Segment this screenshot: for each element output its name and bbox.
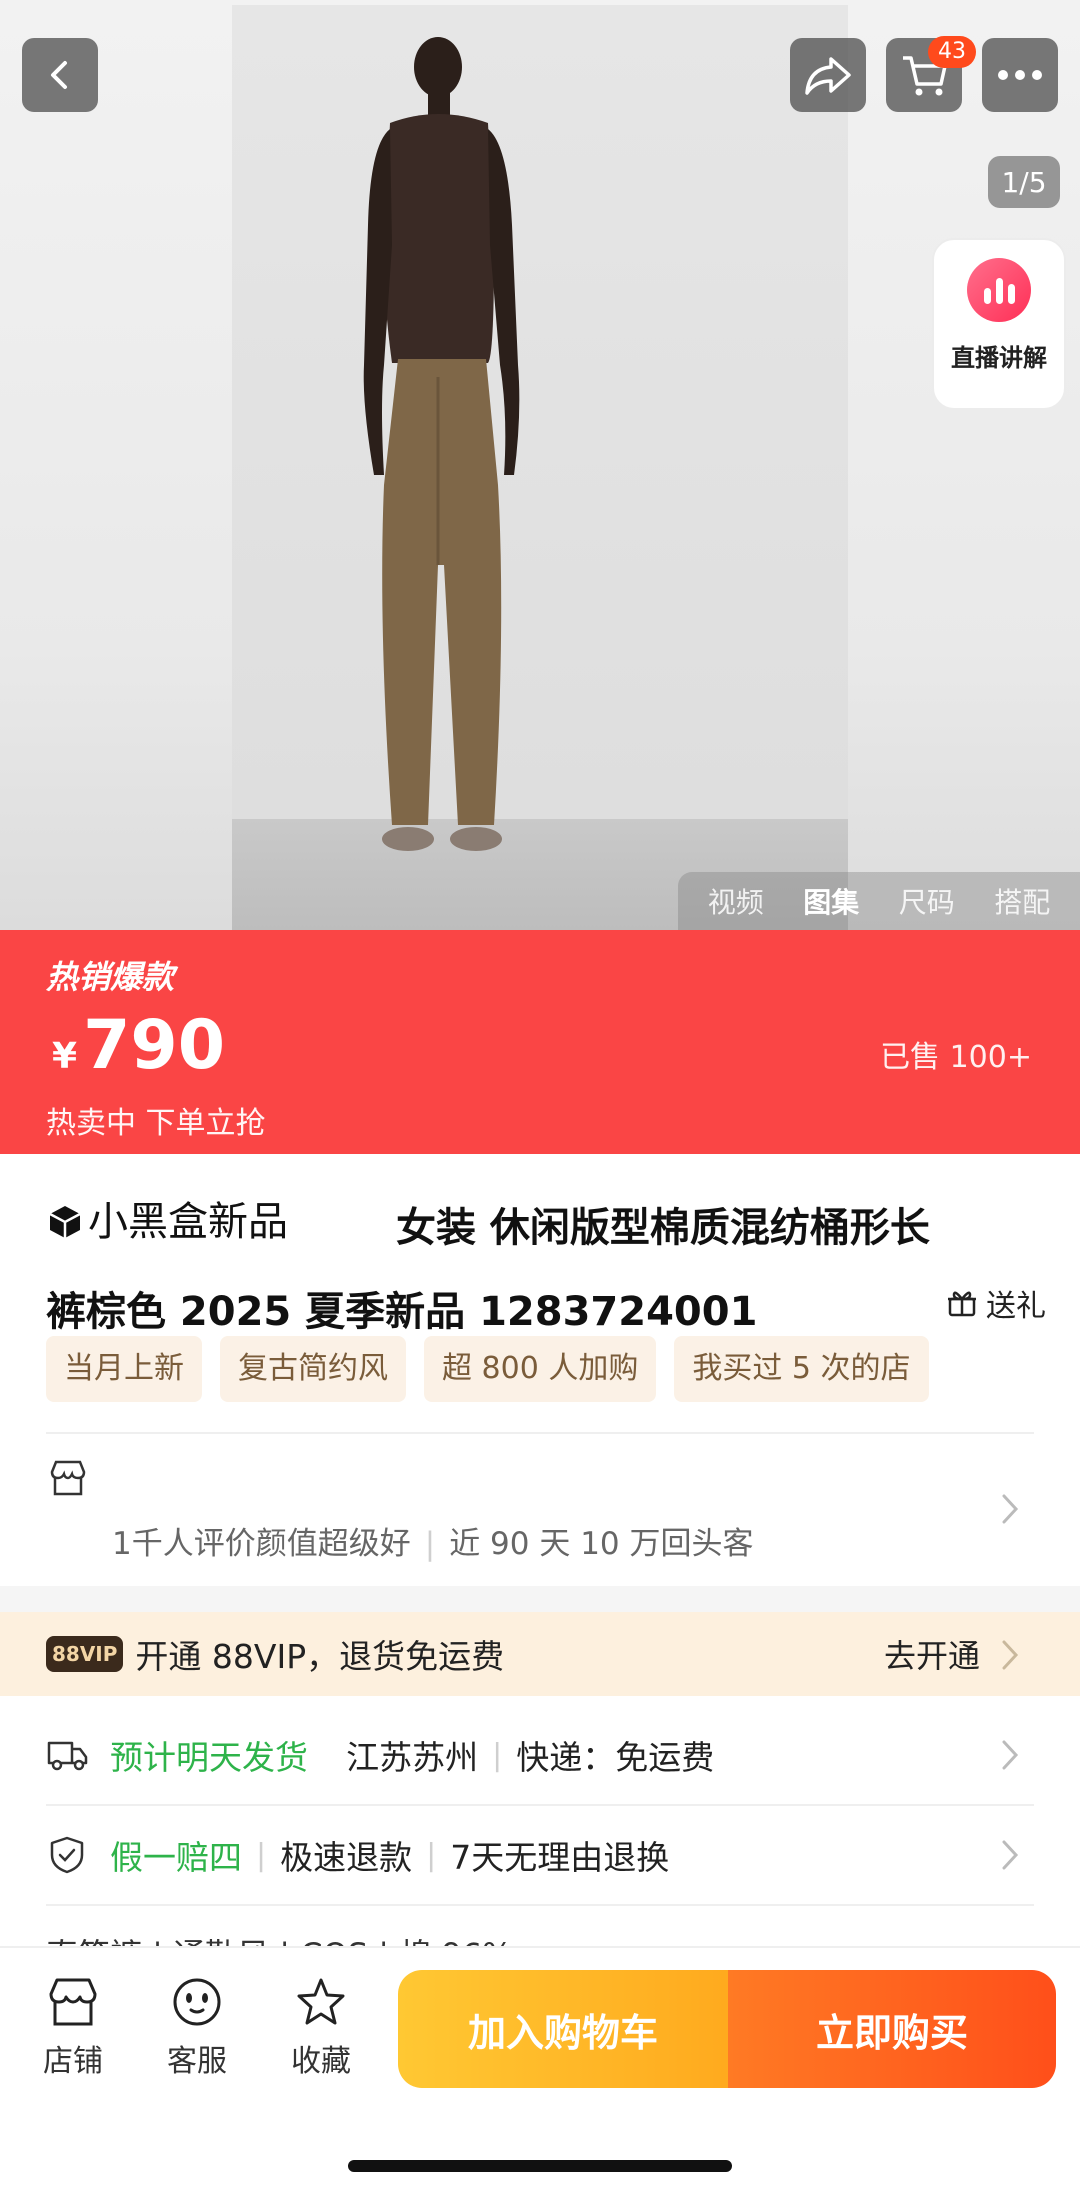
ship-origin: 江苏苏州 [346,1738,479,1777]
feature-tags: 当月上新 复古简约风 超 800 人加购 我买过 5 次的店 [46,1336,929,1402]
product-title: 小黑盒新品 女装 休闲版型棉质混纺桶形长 裤棕色 2025 夏季新品 12837… [46,1180,1046,1354]
divider [46,1904,1034,1906]
product-gallery[interactable]: 43 1/5 直播讲解 视频 图集 尺码 搭配 [0,0,1080,930]
tag-retro-style: 复古简约风 [220,1336,406,1402]
vip-row[interactable]: 88VIP 开通 88VIP，退货免运费 去开通 [0,1612,1080,1696]
chevron-right-icon [1002,1494,1019,1524]
title-line-1: 小黑盒新品 女装 休闲版型棉质混纺桶形长 [46,1180,1046,1270]
sold-count: 已售 100+ [880,1040,1032,1075]
chat-face-icon [173,1978,221,2026]
title-text-1: 女装 休闲版型棉质混纺桶形长 [396,1205,930,1251]
brand-label[interactable]: 小黑盒新品 [46,1180,288,1264]
vip-badge: 88VIP [46,1636,124,1672]
gift-button[interactable]: 送礼 [946,1281,1046,1325]
box-icon [49,1206,81,1238]
repeat-customers: 近 90 天 10 万回头客 [449,1526,754,1562]
share-button[interactable] [790,38,866,112]
free-return: 7天无理由退换 [450,1838,670,1877]
model-illustration [363,37,520,851]
promo-text: 热卖中 下单立抢 [46,1106,266,1141]
add-to-cart-button[interactable]: 加入购物车 [398,1970,728,2088]
back-button[interactable] [22,38,98,112]
live-explain-button[interactable]: 直播讲解 [932,238,1066,410]
customer-service-label: 客服 [167,2044,227,2079]
favorite-button[interactable]: 收藏 [276,1976,366,2080]
gift-label: 送礼 [986,1289,1046,1324]
store-stats: 1千人评价颜值超级好 | 近 90 天 10 万回头客 [112,1526,754,1562]
cart-count-badge: 43 [928,36,976,68]
chevron-right-icon [1002,1840,1019,1870]
buy-now-button[interactable]: 立即购买 [728,1970,1056,2088]
media-tabs: 视频 图集 尺码 搭配 [678,872,1080,930]
store-review-row[interactable]: 1千人评价颜值超级好 | 近 90 天 10 万回头客 [0,1434,1080,1586]
ship-express: 快递：免运费 [516,1738,715,1777]
store-nav-button[interactable]: 店铺 [28,1976,118,2080]
shipping-row[interactable]: 预计明天发货 | 江苏苏州 | 快递：免运费 [0,1706,1080,1804]
price-banner: 热销爆款 ¥ 790 已售 100+ 热卖中 下单立抢 [0,930,1080,1154]
cart-button[interactable]: 43 [886,36,976,112]
live-chart-icon [967,258,1031,322]
price: ¥ 790 [52,1006,225,1085]
more-button[interactable] [982,38,1058,112]
image-counter: 1/5 [988,156,1060,208]
store-icon [49,1978,97,2026]
fake-compensation: 假一赔四 [110,1838,242,1877]
more-dots-icon [998,70,1042,80]
price-value: 790 [83,1006,226,1085]
section-gap [0,1586,1080,1612]
vip-text: 开通 88VIP，退货免运费 [135,1637,505,1676]
chevron-left-icon [51,61,67,89]
brand-name: 小黑盒新品 [88,1199,288,1245]
review-summary: 1千人评价颜值超级好 [112,1526,411,1562]
shield-check-icon [50,1836,84,1874]
star-icon [297,1978,345,2025]
tab-match[interactable]: 搭配 [994,881,1050,921]
favorite-label: 收藏 [291,2044,351,2079]
hot-sale-tag: 热销爆款 [46,958,175,996]
tag-add-cart-count: 超 800 人加购 [424,1336,657,1402]
customer-service-button[interactable]: 客服 [152,1976,242,2080]
share-icon [805,57,851,95]
fast-refund: 极速退款 [280,1838,413,1877]
chevron-right-icon [1002,1640,1019,1670]
truck-icon [47,1741,88,1771]
tab-gallery[interactable]: 图集 [803,881,859,921]
product-photo[interactable] [232,5,848,930]
ship-estimate: 预计明天发货 [110,1738,308,1777]
tag-repeat-store: 我买过 5 次的店 [674,1336,929,1402]
tab-video[interactable]: 视频 [708,881,764,921]
home-indicator[interactable] [348,2160,732,2172]
store-icon [50,1460,86,1496]
store-nav-label: 店铺 [43,2044,103,2079]
vip-activate-link[interactable]: 去开通 [884,1631,980,1677]
chevron-right-icon [1002,1740,1019,1770]
guarantee-row[interactable]: 假一赔四 | 极速退款 | 7天无理由退换 [0,1806,1080,1904]
currency-symbol: ¥ [52,1036,78,1077]
tab-size[interactable]: 尺码 [899,881,955,921]
tag-new-this-month: 当月上新 [46,1336,202,1402]
live-explain-label: 直播讲解 [951,344,1047,372]
gift-icon [948,1291,976,1317]
